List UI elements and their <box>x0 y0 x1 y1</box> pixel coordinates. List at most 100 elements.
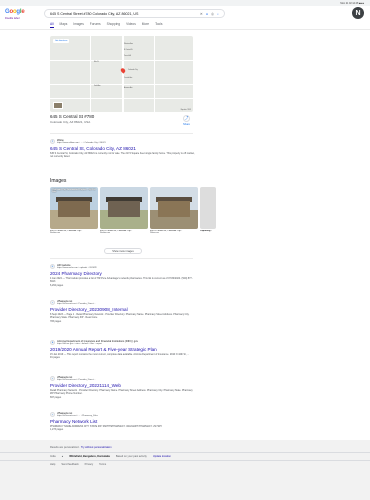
image-caption: Capturing... <box>200 230 213 232</box>
image-card[interactable]: Colorado City Remodeled Duplex - Up For … <box>50 187 98 234</box>
image-carousel: Colorado City Remodeled Duplex - Up For … <box>50 187 216 234</box>
image-site: Realtor.com <box>100 232 111 234</box>
tab-maps[interactable]: Maps <box>60 22 68 28</box>
result-url: https://difi.az.gov › sites › default › … <box>57 343 102 345</box>
result-source[interactable]: A Arizona Department of Insurance and Fi… <box>50 340 195 346</box>
search-input[interactable]: 645 S Central Street #780 Colorado City,… <box>50 12 197 16</box>
location-row: India ● Whitefield, Bengaluru, Karnataka… <box>50 455 171 458</box>
section-divider <box>50 258 193 259</box>
result-url: https://www.azhr.com › uploads › 2024PF <box>57 267 97 269</box>
map-label: Western Ave <box>124 44 133 45</box>
update-location-link[interactable]: Update location <box>153 455 171 458</box>
footer-link-privacy[interactable]: Privacy <box>85 463 94 466</box>
search-result: A Arizona Department of Insurance and Fi… <box>50 340 195 360</box>
street-view-thumbnail[interactable] <box>53 102 63 109</box>
image-site: Realtor.com <box>50 232 61 234</box>
site-favicon-icon: H <box>50 264 55 270</box>
result-source[interactable]: c cf5assets.net https://cf5assets.net › … <box>50 412 195 418</box>
doodle-label[interactable]: Doodle label <box>5 17 19 20</box>
tab-videos[interactable]: Videos <box>126 22 136 28</box>
show-more-images-button[interactable]: Show more images <box>104 248 142 254</box>
search-tabs: All Maps Images Forums Shopping Videos M… <box>50 22 163 28</box>
footer: Results are personalized · Try without p… <box>0 440 370 500</box>
footer-link-help[interactable]: Help <box>50 463 55 466</box>
result-title[interactable]: Pharmacy Network List <box>50 419 195 425</box>
logo-letter: e <box>21 9 25 15</box>
clear-icon[interactable]: ✕ <box>200 12 203 16</box>
site-favicon-icon: A <box>50 340 55 346</box>
result-url: https://www.zillow.com › ... › Colorado … <box>57 142 106 144</box>
map-road <box>50 98 193 99</box>
result-pages: 697 pages <box>50 395 62 399</box>
result-title[interactable]: Provider Directory_20230908_Internal <box>50 307 195 313</box>
result-snippet: 8 Sept 2023 — Page 1 · Retail Pharmacy N… <box>50 312 190 319</box>
footer-link-terms[interactable]: Terms <box>99 463 106 466</box>
result-title[interactable]: 2024 Pharmacy Directory <box>50 271 195 277</box>
lens-icon[interactable]: ◎ <box>211 12 214 16</box>
image-thumbnail <box>150 187 198 229</box>
mic-icon[interactable]: ● <box>206 12 208 16</box>
image-site: Zillow.com <box>150 232 159 234</box>
image-card[interactable]: 645 S Central St, Colorado City... Realt… <box>100 187 148 234</box>
search-result: c cf5assets.net https://cf5assets.net › … <box>50 300 195 323</box>
tab-shopping[interactable]: Shopping <box>107 22 120 28</box>
search-result: c cf5assets.net https://cf5assets.net › … <box>50 376 195 399</box>
map-label: Central Ave <box>124 78 133 79</box>
map-label: Colorado City <box>128 70 138 71</box>
photo-house <box>108 201 140 217</box>
result-snippet: 4 Jan 2024 — This booklet provides a lis… <box>50 276 193 283</box>
result-snippet: 645 S Central St, Colorado City, AZ 8602… <box>50 151 195 158</box>
footer-link-feedback[interactable]: Send feedback <box>61 463 78 466</box>
footer-divider <box>0 452 370 453</box>
avatar[interactable]: N <box>352 7 364 19</box>
footer-divider <box>0 460 370 461</box>
tab-images[interactable]: Images <box>73 22 83 28</box>
result-title[interactable]: 645 S Central St, Colorado City, AZ 8602… <box>50 146 195 152</box>
result-source[interactable]: H HR Gazette https://www.azhr.com › uplo… <box>50 264 195 270</box>
map-label: Elm St <box>94 62 99 63</box>
location: Whitefield, Bengaluru, Karnataka <box>69 455 110 458</box>
result-url: https://cf5assets.net › Provider_Direct.… <box>57 379 96 381</box>
result-snippet: Retail Pharmacy Network · Provider Direc… <box>50 388 193 395</box>
result-pages: 1,273 pages <box>50 428 64 432</box>
share-icon: ⤴ <box>183 115 190 122</box>
tab-forums[interactable]: Forums <box>90 22 101 28</box>
result-source[interactable]: Z Zillow https://www.zillow.com › ... › … <box>50 139 195 145</box>
personalization-note: Results are personalized · Try without p… <box>50 446 112 449</box>
image-card[interactable]: Capturing... <box>200 187 216 234</box>
tab-more[interactable]: More <box>142 22 149 28</box>
site-favicon-icon: c <box>50 412 55 418</box>
footer-links: Help Send feedback Privacy Terms <box>50 463 106 466</box>
show-more-label: Show more images <box>112 249 134 253</box>
place-subtitle: Colorado City, AZ 86021, USA <box>50 120 91 124</box>
map-label: Town Hall <box>124 56 131 57</box>
tab-tools[interactable]: Tools <box>155 22 162 28</box>
map-road <box>154 36 156 112</box>
try-without-personalization-link[interactable]: Try without personalization <box>81 446 112 449</box>
search-icon[interactable]: ⌕ <box>217 12 219 16</box>
location-note: Based on your past activity <box>115 455 147 458</box>
search-box[interactable]: 645 S Central Street #780 Colorado City,… <box>44 9 225 18</box>
result-source[interactable]: c cf5assets.net https://cf5assets.net › … <box>50 300 195 306</box>
result-source[interactable]: c cf5assets.net https://cf5assets.net › … <box>50 376 195 382</box>
result-pages: 6,264 pages <box>50 283 64 287</box>
section-divider <box>50 133 193 134</box>
map-pin-icon[interactable] <box>119 67 127 74</box>
site-favicon-icon: c <box>50 376 55 382</box>
image-card[interactable]: 645 S Central St, Colorado City... Zillo… <box>150 187 198 234</box>
photo-house <box>158 201 190 217</box>
map-directions-chip[interactable]: Get directions <box>53 39 70 43</box>
google-logo[interactable]: Google <box>5 9 25 15</box>
image-overlay-text: Colorado City Remodeled Duplex - Up For … <box>52 189 96 193</box>
map-credit: Map data ©2025 <box>180 110 191 111</box>
map[interactable]: Get directions Western Ave N Central St … <box>50 36 193 112</box>
result-title[interactable]: Provider Directory_20221114_Web <box>50 383 195 389</box>
result-url: https://cf5assets.net › Provider_Direct.… <box>57 303 96 305</box>
result-title[interactable]: 2019/2020 Annual Report & Five-year Stra… <box>50 347 195 353</box>
share-button[interactable]: ⤴ Share <box>183 115 190 126</box>
tabs-divider <box>0 29 370 30</box>
tab-all[interactable]: All <box>50 22 54 28</box>
images-section-title: Images <box>50 178 67 184</box>
map-label: Field Ave <box>94 86 101 87</box>
map-label: N Central St <box>124 50 133 51</box>
